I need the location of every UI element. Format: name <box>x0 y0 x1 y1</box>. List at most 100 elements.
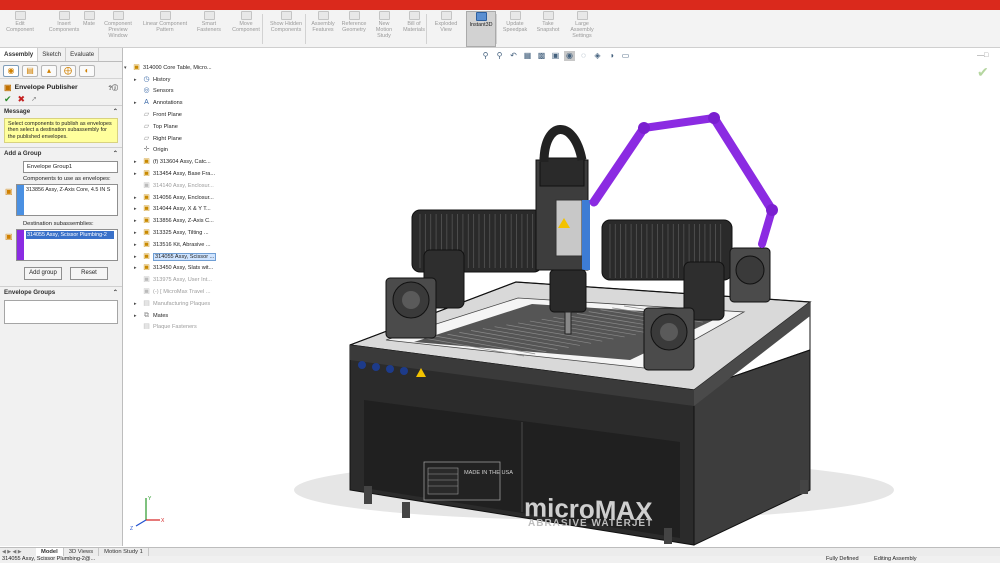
tree-item[interactable]: ▣ 314140 Assy, Enclosur... <box>124 180 236 192</box>
add-group-section-header[interactable]: Add a Group ⌃ <box>0 146 122 158</box>
expand-arrow-icon[interactable]: ▸ <box>134 230 140 236</box>
expand-arrow-icon[interactable]: ▸ <box>134 218 140 224</box>
expand-arrow-icon[interactable]: ▸ <box>134 301 140 307</box>
feature-manager-icon[interactable]: ◉ <box>3 65 19 77</box>
tree-item[interactable]: ✛ Origin <box>124 145 236 157</box>
dynamic-annotation-icon[interactable]: ▩ <box>536 51 547 61</box>
tree-item[interactable]: ▸ ◷ History <box>124 74 236 86</box>
edit-appearance-icon[interactable]: ◈ <box>592 51 603 61</box>
view-settings-icon[interactable]: ▭ <box>620 51 631 61</box>
expand-arrow-icon[interactable]: ▾ <box>124 65 130 71</box>
tree-item[interactable]: ▱ Top Plane <box>124 121 236 133</box>
tree-item[interactable]: ▸ ▣ 313454 Assy, Base Fra... <box>124 168 236 180</box>
graphics-area[interactable]: MADE IN THE USA microMAX ABRASIVE WATERJ… <box>124 50 1000 546</box>
ribbon-button-insert-components[interactable]: Insert Components <box>49 11 79 47</box>
expand-arrow-icon[interactable]: ▸ <box>134 159 140 165</box>
tree-item[interactable]: ▸ ▣ 313450 Assy, Slats wit... <box>124 263 236 275</box>
envelope-groups-section-header[interactable]: Envelope Groups ⌃ <box>0 285 122 297</box>
tab-sketch[interactable]: Sketch <box>38 48 67 61</box>
expand-arrow-icon[interactable]: ▸ <box>134 77 140 83</box>
expand-arrow-icon[interactable]: ▸ <box>134 100 140 106</box>
zoom-to-area-icon[interactable]: ⚲ <box>494 51 505 61</box>
pushpin-icon[interactable]: ➚ <box>31 95 37 103</box>
help-icon[interactable]: ?ⓙ <box>108 83 118 92</box>
configuration-manager-icon[interactable]: ▴ <box>41 65 57 77</box>
property-manager-icon[interactable]: ▤ <box>22 65 38 77</box>
status-state: Fully Defined <box>826 556 859 562</box>
expand-arrow-icon[interactable]: ▸ <box>134 265 140 271</box>
tree-item-label: 313450 Assy, Slats wit... <box>153 265 214 272</box>
tree-item[interactable]: ▸ ▤ Manufacturing Plaques <box>124 298 236 310</box>
tree-item[interactable]: ▸ ▣ 313325 Assy, Tilting ... <box>124 227 236 239</box>
components-list-item[interactable]: 313856 Assy, Z-Axis Core, 4.5 IN S <box>26 185 117 193</box>
window-control-icon[interactable]: ―□ <box>977 52 988 59</box>
message-section-header[interactable]: Message ⌃ <box>0 105 122 116</box>
tree-item[interactable]: ▸ ▣ 314055 Assy, Scissor ... <box>124 251 236 263</box>
tree-item[interactable]: ▤ Plaque Fasteners <box>124 322 236 334</box>
ribbon-button-large-assembly-settings[interactable]: Large Assembly Settings <box>566 11 598 47</box>
ribbon-button-reference-geometry[interactable]: Reference Geometry <box>338 11 370 47</box>
destination-list-item[interactable]: 314055 Assy, Scissor Plumbing-2 <box>26 230 114 239</box>
ribbon-button-edit-component[interactable]: Edit Component <box>2 11 38 47</box>
tree-item[interactable]: ▸ ▣ (f) 313604 Assy, Catc... <box>124 156 236 168</box>
ribbon-button-take-snapshot[interactable]: Take Snapshot <box>534 11 562 47</box>
tree-item-label: (-) [ MicroMax Travel ... <box>153 289 211 296</box>
section-view-icon[interactable]: ▦ <box>522 51 533 61</box>
tab-assembly[interactable]: Assembly <box>0 48 39 61</box>
view-orientation-icon[interactable]: ▣ <box>550 51 561 61</box>
ribbon-button-instant3d[interactable]: Instant3D <box>466 11 496 47</box>
ribbon-button-assembly-features[interactable]: Assembly Features <box>309 11 337 47</box>
ribbon-button-bill-of-materials[interactable]: Bill of Materials <box>400 11 428 47</box>
destination-list[interactable]: 314055 Assy, Scissor Plumbing-2 <box>16 228 118 261</box>
expand-arrow-icon[interactable]: ▸ <box>134 195 140 201</box>
collapse-icon[interactable]: ⌃ <box>113 108 118 116</box>
ribbon-button-component-preview-window[interactable]: Component Preview Window <box>101 11 135 47</box>
tree-item[interactable]: ▱ Right Plane <box>124 133 236 145</box>
expand-arrow-icon[interactable]: ▸ <box>134 206 140 212</box>
ribbon-button-mate[interactable]: Mate <box>80 11 98 47</box>
ribbon-button-linear-component-pattern[interactable]: Linear Component Pattern <box>139 11 191 47</box>
tree-root[interactable]: ▾ ▣ 314000 Core Table, Micro... <box>124 62 236 74</box>
triad-label-x: X <box>161 518 165 524</box>
expand-arrow-icon[interactable]: ▸ <box>134 313 140 319</box>
scroll-arrows-icon[interactable]: ◀ ▶ ◀ ▶ <box>0 549 36 555</box>
confirmation-corner-accept[interactable]: ✔ <box>977 64 989 81</box>
tree-item[interactable]: ▱ Front Plane <box>124 109 236 121</box>
tree-item[interactable]: ▣ 313975 Assy, User Int... <box>124 274 236 286</box>
collapse-icon[interactable]: ⌃ <box>113 150 118 158</box>
tree-item[interactable]: ◎ Sensors <box>124 86 236 98</box>
ribbon-button-update-speedpak[interactable]: Update Speedpak <box>500 11 530 47</box>
tree-item[interactable]: ▸ ▣ 313516 Kit, Abrasive ... <box>124 239 236 251</box>
tree-item[interactable]: ▸ ▣ 314044 Assy, X & Y T... <box>124 204 236 216</box>
reset-button[interactable]: Reset <box>70 266 108 280</box>
dimxpert-manager-icon[interactable]: ⨁ <box>60 65 76 77</box>
collapse-icon[interactable]: ⌃ <box>113 289 118 297</box>
ribbon-separator <box>496 14 497 44</box>
ribbon-button-new-motion-study[interactable]: New Motion Study <box>372 11 396 47</box>
apply-scene-icon[interactable]: ◑ <box>606 51 617 61</box>
ribbon-button-move-component[interactable]: Move Component <box>228 11 264 47</box>
expand-arrow-icon[interactable]: ▸ <box>134 242 140 248</box>
tree-item[interactable]: ▸ A Annotations <box>124 97 236 109</box>
tree-item[interactable]: ▸ ▣ 313856 Assy, Z-Axis C... <box>124 215 236 227</box>
ribbon-button-exploded-view[interactable]: Exploded View <box>432 11 460 47</box>
ribbon-button-smart-fasteners[interactable]: Smart Fasteners <box>195 11 223 47</box>
expand-arrow-icon[interactable]: ▸ <box>134 171 140 177</box>
ribbon-button-show-hidden-components[interactable]: Show Hidden Components <box>268 11 304 47</box>
tab-evaluate[interactable]: Evaluate <box>66 48 100 61</box>
previous-view-icon[interactable]: ↶ <box>508 51 519 61</box>
tree-item[interactable]: ▸ ▣ 314056 Assy, Enclosur... <box>124 192 236 204</box>
display-style-icon[interactable]: ◉ <box>564 51 575 61</box>
tree-item[interactable]: ▸ ⧉ Mates <box>124 310 236 322</box>
components-list[interactable]: 313856 Assy, Z-Axis Core, 4.5 IN S <box>16 183 118 216</box>
group-name-input[interactable]: Envelope Group1 <box>23 160 118 173</box>
cancel-button[interactable]: ✖ <box>18 94 26 105</box>
display-manager-icon[interactable]: ◐ <box>79 65 95 77</box>
zoom-to-fit-icon[interactable]: ⚲ <box>480 51 491 61</box>
add-group-button[interactable]: Add group <box>24 266 62 280</box>
ok-button[interactable]: ✔ <box>4 94 12 105</box>
hide-show-items-icon[interactable]: ◌ <box>578 51 589 61</box>
envelope-groups-list[interactable] <box>4 299 118 324</box>
tree-item[interactable]: ▣ (-) [ MicroMax Travel ... <box>124 286 236 298</box>
expand-arrow-icon[interactable]: ▸ <box>134 254 140 260</box>
